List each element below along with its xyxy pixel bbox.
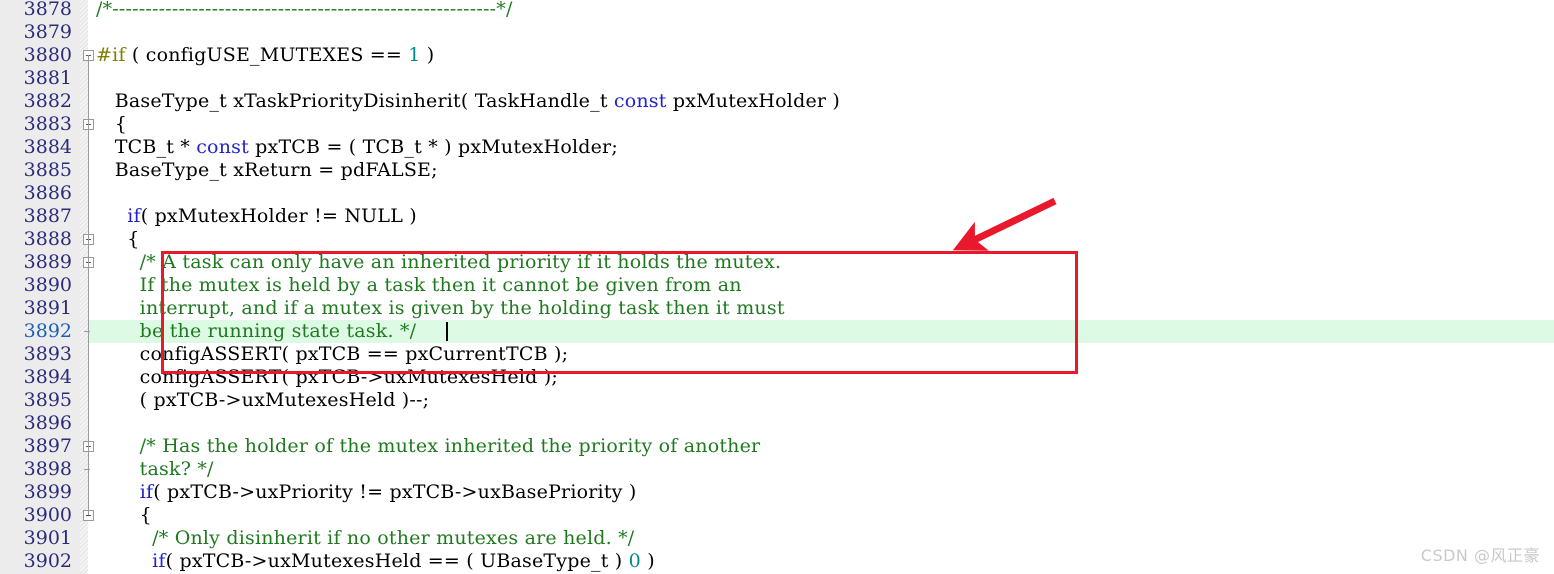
code-token-kw: const <box>196 136 249 158</box>
code-token-plain: { <box>96 228 140 250</box>
code-token-cmt: task? */ <box>96 458 214 480</box>
code-token-plain: ( pxTCB->uxMutexesHeld )--; <box>96 389 430 411</box>
line-number: 3898 <box>23 458 72 480</box>
code-token-kw: if <box>139 481 154 503</box>
line-number: 3879 <box>23 21 72 43</box>
code-token-plain: pxTCB = ( TCB_t * ) pxMutexHolder; <box>248 136 618 158</box>
code-line[interactable]: if( pxMutexHolder != NULL ) <box>96 205 417 228</box>
code-token-num: 1 <box>408 44 421 66</box>
line-number: 3886 <box>23 182 72 204</box>
code-line[interactable]: ( pxTCB->uxMutexesHeld )--; <box>96 389 429 412</box>
line-number: 3882 <box>23 90 72 112</box>
code-line[interactable]: { <box>96 228 140 251</box>
line-number: 3891 <box>23 297 72 319</box>
code-token-plain: ( pxTCB->uxPriority != pxTCB->uxBasePrio… <box>153 481 637 503</box>
code-token-plain: BaseType_t xTaskPriorityDisinherit( Task… <box>96 90 614 112</box>
code-line[interactable]: configASSERT( pxTCB == pxCurrentTCB ); <box>96 343 568 366</box>
code-line[interactable]: TCB_t * const pxTCB = ( TCB_t * ) pxMute… <box>96 136 618 159</box>
code-line[interactable]: /* Has the holder of the mutex inherited… <box>96 435 760 458</box>
line-number: 3895 <box>23 389 72 411</box>
code-token-plain: pxMutexHolder ) <box>666 90 841 112</box>
code-token-plain: { <box>96 113 128 135</box>
code-line[interactable]: if( pxTCB->uxPriority != pxTCB->uxBasePr… <box>96 481 637 504</box>
line-number: 3883 <box>23 113 72 135</box>
code-line[interactable]: /* Only disinherit if no other mutexes a… <box>96 527 634 550</box>
code-token-plain: { <box>96 504 152 526</box>
code-content[interactable]: /*--------------------------------------… <box>96 0 1554 574</box>
code-token-plain: TCB_t * <box>96 136 197 158</box>
code-token-plain: ( configUSE_MUTEXES == <box>125 44 409 66</box>
line-numbers: 3878 3879 3880 3881 3882 3883 3884 3885 3886 3887… <box>0 0 78 574</box>
code-token-kw: const <box>613 90 667 112</box>
code-editor[interactable]: 3878 3879 3880 3881 3882 3883 3884 3885 3886 3887… <box>0 0 1554 574</box>
code-token-plain: configASSERT( pxTCB->uxMutexesHeld ); <box>96 366 558 388</box>
code-token-num: 0 <box>628 550 641 572</box>
code-line[interactable]: be the running state task. */ <box>96 320 449 343</box>
code-token-plain: ( pxMutexHolder != NULL ) <box>140 205 417 227</box>
code-token-cmt: interrupt, and if a mutex is given by th… <box>96 297 785 319</box>
text-caret <box>446 322 449 341</box>
line-number: 3893 <box>23 343 72 365</box>
watermark: CSDN @风正豪 <box>1420 546 1540 565</box>
line-number: 3880 <box>23 44 72 66</box>
code-token-cmt: If the mutex is held by a task then it c… <box>96 274 742 296</box>
code-line[interactable]: task? */ <box>96 458 214 481</box>
line-number: 3890 <box>23 274 72 296</box>
code-line[interactable]: #if ( configUSE_MUTEXES == 1 ) <box>96 44 434 67</box>
code-token-pre: #if <box>96 44 126 66</box>
code-line[interactable]: { <box>96 113 127 136</box>
line-number: 3900 <box>23 504 72 526</box>
code-token-cmt: be the running state task. */ <box>96 320 417 342</box>
line-number: 3881 <box>23 67 72 89</box>
fold-connector-line <box>88 262 89 285</box>
line-number: 3896 <box>23 412 72 434</box>
line-number: 3901 <box>23 527 72 549</box>
code-line[interactable]: configASSERT( pxTCB->uxMutexesHeld ); <box>96 366 558 389</box>
line-number: 3887 <box>23 205 72 227</box>
code-token-plain: BaseType_t xReturn = pdFALSE; <box>96 159 438 181</box>
code-line[interactable]: If the mutex is held by a task then it c… <box>96 274 742 297</box>
code-line[interactable]: /*--------------------------------------… <box>96 0 513 21</box>
code-line[interactable]: /* A task can only have an inherited pri… <box>96 251 781 274</box>
line-number: 3885 <box>23 159 72 181</box>
code-token-kw: if <box>152 550 166 572</box>
code-token-cmt: /*--------------------------------------… <box>96 0 513 20</box>
code-line[interactable]: interrupt, and if a mutex is given by th… <box>96 297 785 320</box>
line-number: 3902 <box>23 550 72 572</box>
code-line[interactable]: if( pxTCB->uxMutexesHeld == ( UBaseType_… <box>96 550 655 573</box>
fold-connector-line <box>88 469 89 515</box>
line-number: 3892 <box>23 320 72 342</box>
line-number: 3884 <box>23 136 72 158</box>
fold-end-marker <box>84 331 90 332</box>
code-token-plain: configASSERT( pxTCB == pxCurrentTCB ); <box>96 343 569 365</box>
fold-end-marker <box>84 469 90 470</box>
code-token-plain: ) <box>420 44 435 66</box>
code-token-kw: if <box>127 205 141 227</box>
line-number: 3897 <box>23 435 72 457</box>
line-number: 3899 <box>23 481 72 503</box>
code-token-cmt: /* A task can only have an inherited pri… <box>96 251 782 273</box>
code-token-plain: ( pxTCB->uxMutexesHeld == ( UBaseType_t … <box>165 550 629 572</box>
code-token-plain: ) <box>640 550 655 572</box>
code-line[interactable]: BaseType_t xTaskPriorityDisinherit( Task… <box>96 90 840 113</box>
code-token-cmt: /* Has the holder of the mutex inherited… <box>96 435 761 457</box>
code-token-cmt: /* Only disinherit if no other mutexes a… <box>96 527 635 549</box>
line-number: 3888 <box>23 228 72 250</box>
code-line[interactable]: { <box>96 504 152 527</box>
line-number: 3894 <box>23 366 72 388</box>
code-line[interactable]: BaseType_t xReturn = pdFALSE; <box>96 159 438 182</box>
line-number: 3889 <box>23 251 72 273</box>
line-number: 3878 <box>23 0 72 20</box>
